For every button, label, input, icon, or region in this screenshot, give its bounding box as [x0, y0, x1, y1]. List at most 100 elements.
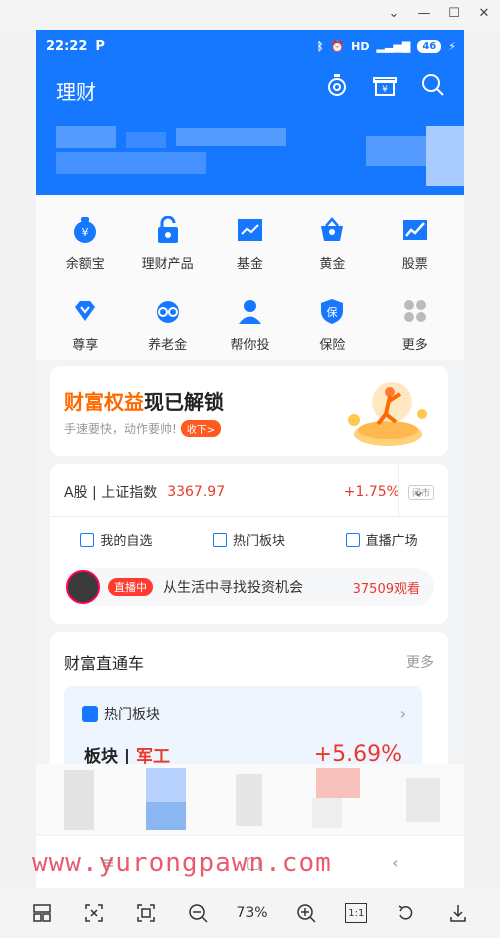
- chevron-right-icon: ›: [399, 704, 406, 723]
- grid-item-stocks[interactable]: 股票: [374, 215, 456, 272]
- p-icon: P: [95, 38, 105, 54]
- link-watchlist[interactable]: 我的自选: [80, 530, 152, 549]
- status-icons: ᛒ ⏰ HD ▂▃▅▇ 46 ⚡: [316, 39, 456, 53]
- market-links: 我的自选 热门板块 直播广场: [50, 530, 448, 549]
- claim-button[interactable]: 收下>: [180, 420, 222, 437]
- more-link[interactable]: 更多: [406, 652, 434, 672]
- index-value: 3367.97: [167, 484, 226, 500]
- svg-text:¥: ¥: [382, 85, 388, 95]
- timer-icon[interactable]: [324, 72, 350, 98]
- link-live-square[interactable]: 直播广场: [345, 530, 418, 549]
- header: 22:22 P ᛒ ⏰ HD ▂▃▅▇ 46 ⚡ 理财 ¥: [36, 30, 464, 195]
- yuebao-icon: ¥: [70, 215, 100, 245]
- divider: [50, 516, 448, 517]
- battery-icon: 46: [417, 39, 442, 53]
- wealth-rights-banner[interactable]: 财富权益现已解锁 手速要快，动作要帅! 收下>: [50, 366, 448, 456]
- phone-screen: 22:22 P ᛒ ⏰ HD ▂▃▅▇ 46 ⚡ 理财 ¥ ¥ 余额宝 理财产品…: [36, 30, 464, 888]
- hd-icon: HD: [351, 39, 370, 53]
- bluetooth-icon: ᛒ: [316, 39, 324, 53]
- bar-chart-icon: [345, 532, 360, 547]
- stock-icon: [400, 215, 430, 245]
- banner-subtitle-text: 手速要快，动作要帅!: [64, 422, 177, 436]
- live-title: 从生活中寻找投资机会: [163, 580, 303, 596]
- grid-item-help-invest[interactable]: 帮你投: [209, 296, 291, 353]
- maximize-icon[interactable]: ☐: [446, 6, 462, 21]
- blurred-region: [36, 122, 464, 190]
- grid-label: 养老金: [148, 338, 188, 353]
- link-label: 热门板块: [232, 534, 285, 549]
- grid-label: 股票: [401, 257, 428, 272]
- svg-text:¥: ¥: [82, 226, 89, 239]
- minimize-icon[interactable]: —: [416, 6, 432, 21]
- window-titlebar: ⌄ — ☐ ✕: [0, 0, 500, 30]
- grid-label: 更多: [401, 338, 428, 353]
- header-actions: ¥: [324, 72, 446, 98]
- live-stream-row[interactable]: 直播中 从生活中寻找投资机会 37509观看: [64, 568, 434, 606]
- actual-size-button[interactable]: 1:1: [345, 903, 368, 923]
- crop-icon[interactable]: [133, 900, 159, 926]
- watermark: www.yurongpawn.com: [32, 848, 332, 878]
- basket-icon: [317, 215, 347, 245]
- zoom-in-icon[interactable]: [293, 900, 319, 926]
- grid-item-yuebao[interactable]: ¥ 余额宝: [44, 215, 126, 272]
- back-icon[interactable]: ‹: [392, 853, 398, 872]
- gift-icon[interactable]: ¥: [372, 72, 398, 98]
- zoom-level: 73%: [236, 905, 268, 921]
- grid-label: 余额宝: [65, 257, 105, 272]
- grid-label: 尊享: [72, 338, 99, 353]
- grid-item-wealth-products[interactable]: 理财产品: [126, 215, 208, 272]
- grid-label: 保险: [319, 338, 346, 353]
- grid-label: 基金: [236, 257, 263, 272]
- expand-button[interactable]: ⌄: [398, 464, 438, 516]
- chart-icon: [235, 215, 265, 245]
- close-icon[interactable]: ✕: [476, 6, 492, 21]
- market-card: A股 | 上证指数 3367.97 +1.75% 闭市 ⌄ 我的自选 热门板块 …: [50, 464, 448, 624]
- grid-label: 黄金: [319, 257, 346, 272]
- status-bar: 22:22 P ᛒ ⏰ HD ▂▃▅▇ 46 ⚡: [46, 36, 456, 56]
- grid-item-more[interactable]: 更多: [374, 296, 456, 353]
- search-icon[interactable]: [420, 72, 446, 98]
- link-hot-sectors[interactable]: 热门板块: [212, 530, 285, 549]
- rotate-icon[interactable]: [393, 900, 419, 926]
- banner-title-rest: 现已解锁: [144, 390, 224, 414]
- elder-icon: [153, 296, 183, 326]
- alarm-icon: ⏰: [330, 39, 345, 53]
- entry-grid: ¥ 余额宝 理财产品 基金 黄金 股票 尊享 养老金 帮你投 保 保险 更多: [36, 195, 464, 360]
- link-label: 直播广场: [365, 534, 418, 549]
- grid-item-pension[interactable]: 养老金: [126, 296, 208, 353]
- zoom-out-icon[interactable]: [185, 900, 211, 926]
- window-controls: ⌄ — ☐ ✕: [386, 6, 492, 21]
- grid-item-insurance[interactable]: 保 保险: [291, 296, 373, 353]
- actual-size-label: 1:1: [348, 907, 365, 919]
- live-viewers: 37509观看: [352, 581, 420, 597]
- lock-icon: [153, 215, 183, 245]
- index-row[interactable]: A股 | 上证指数 3367.97 +1.75% 闭市: [64, 482, 434, 502]
- chevron-down-icon: ⌄: [411, 480, 426, 500]
- banner-title-highlight: 财富权益: [64, 390, 144, 414]
- link-label: 我的自选: [100, 534, 153, 549]
- grid-item-gold[interactable]: 黄金: [291, 215, 373, 272]
- blurred-region: [36, 764, 464, 834]
- signal-icon: ▂▃▅▇: [376, 39, 411, 53]
- page-title: 理财: [56, 80, 96, 104]
- index-change: +1.75%: [343, 484, 400, 500]
- index-name: A股 | 上证指数: [64, 485, 158, 501]
- fit-screen-icon[interactable]: [81, 900, 107, 926]
- avatar: [66, 570, 100, 604]
- grid-item-fund[interactable]: 基金: [209, 215, 291, 272]
- banner-title: 财富权益现已解锁: [64, 386, 224, 415]
- runner-illustration: [348, 382, 427, 446]
- chevron-down-icon[interactable]: ⌄: [386, 6, 402, 21]
- shield-icon: 保: [317, 296, 347, 326]
- diamond-icon: [70, 296, 100, 326]
- svg-text:保: 保: [327, 305, 338, 319]
- watchlist-icon: [80, 532, 95, 547]
- charging-icon: ⚡: [448, 39, 456, 53]
- layout-icon[interactable]: [29, 900, 55, 926]
- status-time: 22:22: [46, 38, 88, 54]
- section-title: 财富直通车: [64, 654, 145, 673]
- grid-label: 理财产品: [141, 257, 194, 272]
- grid-item-premium[interactable]: 尊享: [44, 296, 126, 353]
- viewer-toolbar: 73% 1:1: [0, 888, 500, 938]
- download-icon[interactable]: [445, 900, 471, 926]
